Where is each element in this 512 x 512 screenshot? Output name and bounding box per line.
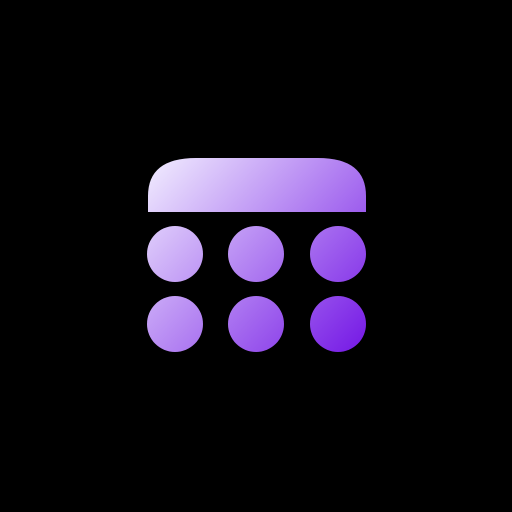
calendar-day-dot	[310, 296, 366, 352]
app-icon-canvas	[0, 0, 512, 512]
calendar-icon[interactable]	[0, 0, 512, 512]
calendar-day-dot	[147, 226, 203, 282]
calendar-day-dot	[147, 296, 203, 352]
calendar-day-dot	[228, 226, 284, 282]
calendar-day-dot	[228, 296, 284, 352]
calendar-icon-graphic	[147, 158, 366, 352]
calendar-header-bar	[148, 158, 366, 212]
calendar-day-dot	[310, 226, 366, 282]
calendar-day-grid	[147, 226, 366, 352]
